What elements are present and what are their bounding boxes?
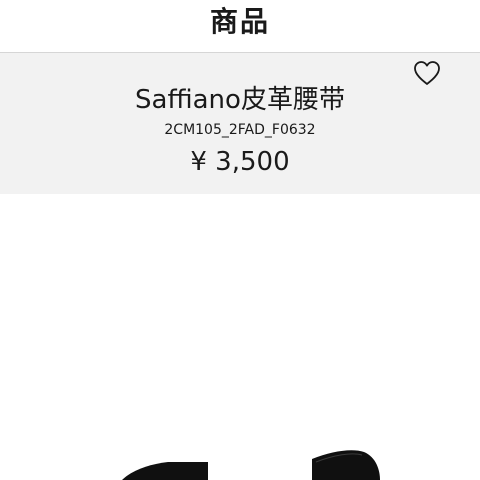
navigation-bar: 商品	[0, 0, 480, 53]
product-info-panel: Saffiano皮革腰带 2CM105_2FAD_F0632 ¥ 3,500	[0, 53, 480, 194]
belt-strap-left	[122, 462, 208, 480]
belt-image	[122, 450, 380, 480]
product-image[interactable]	[0, 194, 480, 480]
page-title: 商品	[209, 5, 270, 38]
product-sku: 2CM105_2FAD_F0632	[164, 122, 316, 138]
product-detail-screen: 商品 Saffiano皮革腰带 2CM105_2FAD_F0632 ¥ 3,50…	[0, 0, 480, 480]
product-name: Saffiano皮革腰带	[135, 85, 345, 115]
product-price: ¥ 3,500	[190, 147, 290, 177]
